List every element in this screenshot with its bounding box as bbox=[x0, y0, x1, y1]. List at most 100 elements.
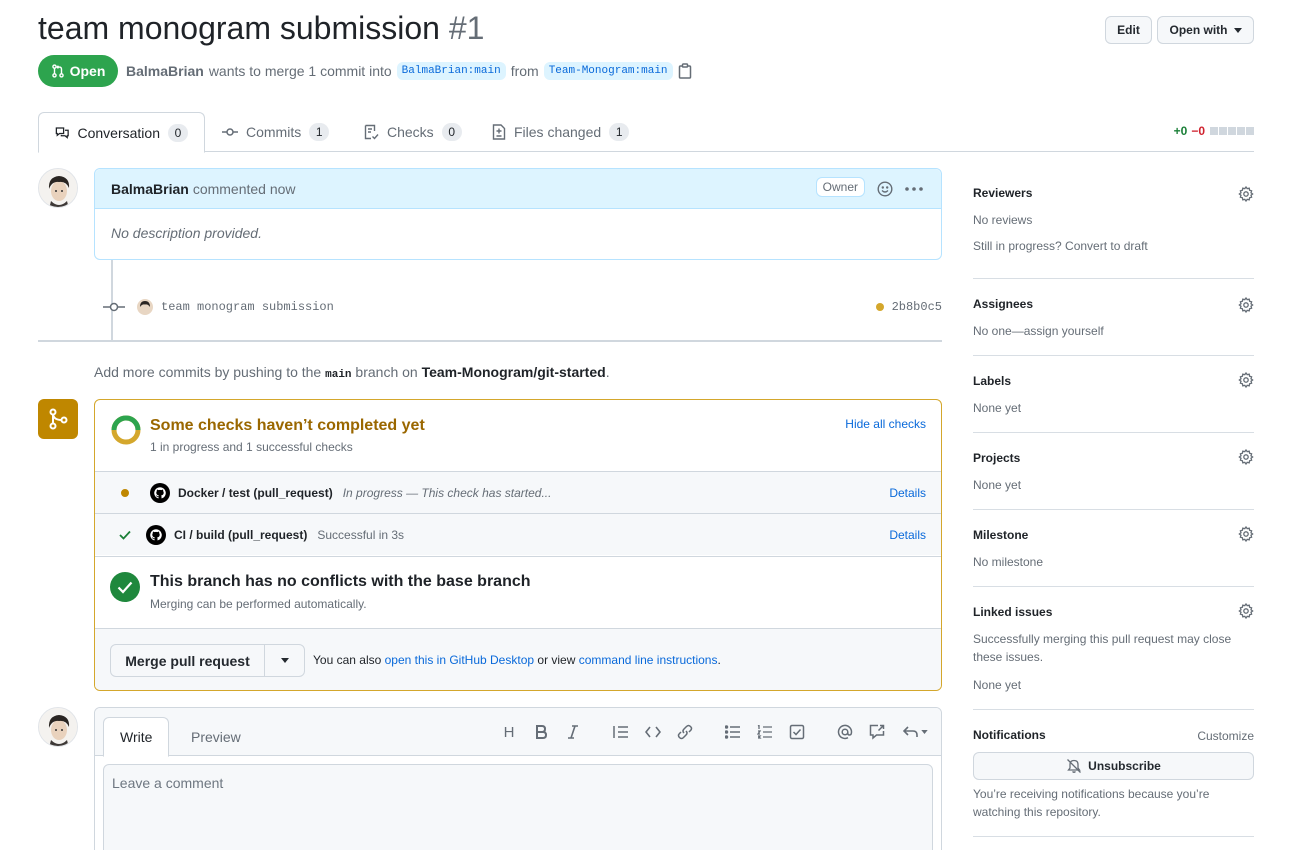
tab-files-label: Files changed bbox=[514, 124, 602, 140]
merge-status-icon bbox=[38, 399, 78, 439]
sidebar-assignees: Assignees No one—assign yourself bbox=[973, 279, 1254, 356]
convert-to-draft-link[interactable]: Still in progress? Convert to draft bbox=[973, 237, 1148, 255]
pr-author[interactable]: BalmaBrian bbox=[126, 63, 204, 79]
merge-pull-request-button[interactable]: Merge pull request bbox=[111, 653, 264, 669]
comment-body: No description provided. bbox=[111, 225, 262, 241]
diffstat-additions: +0 bbox=[1173, 124, 1188, 138]
merge-button-group: Merge pull request bbox=[110, 644, 305, 677]
bold-icon[interactable] bbox=[532, 723, 550, 741]
open-with-label: Open with bbox=[1169, 23, 1228, 37]
sidebar-projects-title: Projects bbox=[973, 451, 1021, 465]
open-in-desktop-link[interactable]: open this in GitHub Desktop bbox=[385, 653, 534, 667]
sidebar-milestone-value: No milestone bbox=[973, 555, 1044, 569]
pr-state-label: Open bbox=[69, 63, 106, 79]
comment-action[interactable]: commented now bbox=[193, 181, 296, 197]
tab-checks[interactable]: Checks 0 bbox=[347, 112, 478, 152]
unsubscribe-button[interactable]: Unsubscribe bbox=[973, 752, 1254, 780]
tab-conversation[interactable]: Conversation 0 bbox=[38, 112, 205, 153]
commit-sha[interactable]: 2b8b0c5 bbox=[892, 300, 942, 314]
pr-state-badge: Open bbox=[38, 55, 118, 87]
caret-down-icon bbox=[920, 730, 928, 734]
tab-conversation-count: 0 bbox=[168, 123, 188, 142]
hide-all-checks-link[interactable]: Hide all checks bbox=[845, 417, 926, 431]
cross-reference-icon[interactable] bbox=[868, 723, 886, 741]
check-circle-fill-icon bbox=[110, 572, 140, 602]
check-details-link[interactable]: Details bbox=[889, 528, 926, 542]
unsubscribe-label: Unsubscribe bbox=[1088, 759, 1161, 773]
code-icon[interactable] bbox=[644, 723, 662, 741]
gear-icon[interactable] bbox=[1238, 526, 1254, 542]
tab-commits[interactable]: Commits 1 bbox=[206, 112, 345, 152]
sidebar-assignees-value[interactable]: No one—assign yourself bbox=[973, 322, 1104, 340]
ordered-list-icon[interactable] bbox=[756, 723, 774, 741]
reply-icon[interactable] bbox=[900, 723, 930, 741]
tab-checks-count: 0 bbox=[441, 123, 462, 141]
mention-icon[interactable] bbox=[836, 723, 854, 741]
task-list-icon[interactable] bbox=[788, 723, 806, 741]
merge-box: Some checks haven’t completed yet 1 in p… bbox=[94, 399, 942, 691]
tab-files-changed[interactable]: Files changed 1 bbox=[476, 112, 645, 152]
heading-icon[interactable]: H bbox=[500, 723, 518, 741]
checks-progress-icon bbox=[111, 415, 141, 445]
comment-discussion-icon bbox=[55, 126, 69, 139]
tab-files-count: 1 bbox=[609, 123, 630, 141]
github-app-icon bbox=[146, 524, 166, 545]
github-app-icon bbox=[150, 482, 170, 503]
comment-author[interactable]: BalmaBrian bbox=[111, 181, 189, 197]
sidebar-labels: Labels None yet bbox=[973, 356, 1254, 433]
gear-icon[interactable] bbox=[1238, 186, 1254, 202]
commit-status-dot[interactable] bbox=[876, 303, 884, 311]
command-line-instructions-link[interactable]: command line instructions bbox=[579, 653, 718, 667]
diffstat: +0 −0 bbox=[1174, 124, 1254, 138]
tab-commits-label: Commits bbox=[246, 124, 302, 140]
tab-preview[interactable]: Preview bbox=[175, 717, 257, 757]
sidebar-linked-issues-value: None yet bbox=[973, 678, 1022, 692]
check-row: CI / build (pull_request) Successful in … bbox=[95, 513, 941, 555]
avatar[interactable] bbox=[38, 707, 78, 747]
unordered-list-icon[interactable] bbox=[724, 723, 742, 741]
head-ref[interactable]: Team-Monogram:main bbox=[543, 62, 673, 80]
commit-avatar[interactable] bbox=[137, 299, 153, 315]
kebab-horizontal-icon[interactable] bbox=[905, 187, 923, 191]
smiley-icon[interactable] bbox=[877, 181, 893, 197]
check-desc: Successful in 3s bbox=[317, 527, 405, 542]
tab-write[interactable]: Write bbox=[103, 717, 170, 757]
customize-link[interactable]: Customize bbox=[1197, 727, 1254, 745]
editor-toolbar: Write Preview H bbox=[95, 708, 941, 757]
sidebar-labels-value: None yet bbox=[973, 401, 1022, 415]
push-hint-repo: Team-Monogram/git-started bbox=[421, 364, 606, 380]
avatar-image bbox=[39, 169, 77, 207]
gear-icon[interactable] bbox=[1238, 372, 1254, 388]
avatar[interactable] bbox=[38, 168, 78, 208]
sidebar-projects: Projects None yet bbox=[973, 433, 1254, 510]
tab-commits-count: 1 bbox=[309, 123, 330, 141]
sidebar-notifications: Notifications Customize Unsubscribe You’… bbox=[973, 710, 1254, 837]
from-text: from bbox=[510, 63, 539, 79]
no-conflicts-title: This branch has no conflicts with the ba… bbox=[150, 573, 531, 590]
open-with-button[interactable]: Open with bbox=[1157, 16, 1254, 44]
caret-down-icon bbox=[280, 658, 289, 663]
italic-icon[interactable] bbox=[564, 723, 582, 741]
check-details-link[interactable]: Details bbox=[889, 486, 926, 500]
push-hint-prefix: Add more commits by pushing to the bbox=[94, 364, 322, 380]
quote-icon[interactable] bbox=[612, 723, 630, 741]
merge-method-dropdown[interactable] bbox=[264, 645, 304, 676]
merge-hint-prefix: You can also bbox=[313, 653, 382, 667]
git-commit-icon bbox=[222, 128, 238, 136]
sidebar-reviewers-title: Reviewers bbox=[973, 186, 1033, 200]
comment-textarea[interactable]: Leave a comment bbox=[103, 764, 933, 850]
pr-meta: BalmaBrian wants to merge 1 commit into … bbox=[126, 62, 692, 80]
link-icon[interactable] bbox=[676, 723, 694, 741]
edit-button[interactable]: Edit bbox=[1105, 16, 1152, 44]
gear-icon[interactable] bbox=[1238, 603, 1254, 619]
base-ref[interactable]: BalmaBrian:main bbox=[396, 62, 506, 80]
gear-icon[interactable] bbox=[1238, 449, 1254, 465]
timeline-separator bbox=[38, 340, 942, 342]
check-name: Docker / test (pull_request) bbox=[178, 485, 333, 500]
copy-icon[interactable] bbox=[678, 63, 692, 79]
gear-icon[interactable] bbox=[1238, 297, 1254, 313]
commit-message[interactable]: team monogram submission bbox=[161, 300, 334, 314]
comment-editor: Write Preview H Leave a comment bbox=[94, 707, 942, 850]
sidebar-labels-title: Labels bbox=[973, 374, 1012, 388]
edit-button-label: Edit bbox=[1117, 23, 1140, 37]
